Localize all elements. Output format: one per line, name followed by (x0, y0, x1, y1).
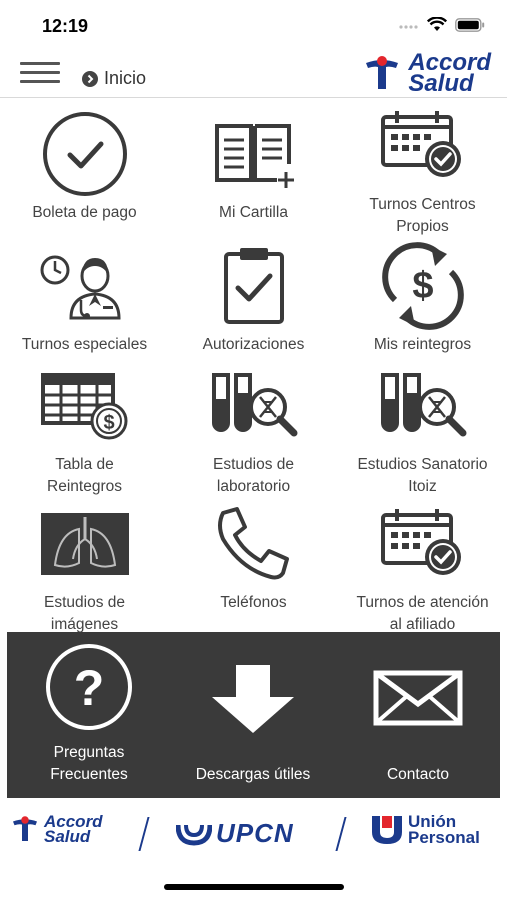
svg-text:$: $ (412, 265, 433, 307)
breadcrumb[interactable]: Inicio (82, 68, 146, 89)
brand-logo: Accord Salud (362, 51, 491, 97)
upcn-emblem-icon (176, 824, 212, 846)
accord-emblem-icon (366, 56, 399, 89)
tile-mi-cartilla[interactable]: Mi Cartilla (169, 106, 338, 224)
tile-label: Turnos de atención al afiliado (356, 594, 489, 633)
check-circle-icon (42, 112, 127, 196)
tile-estudios-sanatorio-itoiz[interactable]: Estudios Sanatorio Itoiz (338, 358, 507, 498)
tile-descargas-utiles[interactable]: Descargas útiles (171, 632, 335, 798)
footer-logo-union-personal: Unión Personal (370, 813, 480, 847)
tile-label: Turnos especiales (21, 336, 148, 353)
footer-logo-upcn: UPCN (176, 818, 294, 849)
test-tubes-dna-icon (380, 373, 466, 437)
svg-text:?: ? (74, 660, 105, 716)
tile-label: Contacto (386, 766, 450, 783)
tile-turnos-centros-propios[interactable]: Turnos Centros Propios (338, 98, 507, 238)
tile-estudios-de-imagenes[interactable]: Estudios de imágenes (0, 496, 169, 636)
tile-mis-reintegros[interactable]: $ Mis reintegros (338, 238, 507, 356)
tile-tabla-de-reintegros[interactable]: $ Tabla de Reintegros (0, 358, 169, 498)
tile-label: Estudios de laboratorio (213, 456, 294, 495)
calendar-check-icon (380, 509, 461, 575)
footer-logo-accord-salud: Accord Salud (10, 813, 103, 846)
union-personal-emblem-icon (372, 816, 402, 844)
accord-emblem-icon (13, 816, 37, 841)
calendar-check-icon (380, 111, 461, 177)
footer-accord-line2: Salud (44, 827, 91, 846)
tile-turnos-especiales[interactable]: Turnos especiales (0, 238, 169, 356)
tile-autorizaciones[interactable]: Autorizaciones (169, 238, 338, 356)
tile-label: Boleta de pago (32, 204, 137, 221)
status-bar: 12:19 (0, 0, 507, 48)
open-book-icon (214, 124, 294, 188)
chevron-circle-icon (82, 70, 98, 87)
tile-label: Descargas útiles (195, 766, 311, 783)
tile-telefonos[interactable]: Teléfonos (169, 496, 338, 614)
footer-logos: Accord Salud UPCN Unión Personal (0, 806, 507, 862)
tile-contacto[interactable]: Contacto (336, 632, 500, 798)
hamburger-menu-icon[interactable] (20, 62, 60, 86)
tile-label: Preguntas Frecuentes (50, 744, 128, 783)
doctor-clock-icon (40, 255, 121, 320)
table-dollar-icon: $ (40, 373, 127, 440)
home-indicator[interactable] (164, 884, 344, 890)
tile-label: Estudios de imágenes (44, 594, 125, 633)
wifi-icon (427, 17, 447, 31)
footer-union-line2: Personal (408, 828, 480, 847)
tile-preguntas-frecuentes[interactable]: ? Preguntas Frecuentes (7, 632, 171, 798)
tile-label: Autorizaciones (202, 336, 305, 353)
brand-name-line2: Salud (408, 70, 474, 97)
envelope-icon (373, 670, 463, 726)
footer-divider (335, 817, 347, 851)
tile-boleta-de-pago[interactable]: Boleta de pago (0, 106, 169, 224)
bottom-panel: ? Preguntas Frecuentes Descargas útiles … (7, 632, 500, 798)
footer-divider (138, 817, 150, 851)
download-arrow-icon (212, 665, 294, 733)
test-tubes-dna-icon (211, 373, 297, 437)
tile-label: Mis reintegros (373, 336, 472, 353)
tile-estudios-de-laboratorio[interactable]: Estudios de laboratorio (169, 358, 338, 498)
tile-label: Tabla de Reintegros (47, 456, 122, 495)
status-time: 12:19 (42, 16, 89, 36)
battery-icon (455, 17, 485, 32)
breadcrumb-label: Inicio (104, 68, 147, 88)
tile-label: Teléfonos (220, 594, 287, 611)
clipboard-check-icon (223, 248, 284, 324)
status-icons (399, 17, 485, 32)
xray-lungs-icon (40, 513, 129, 575)
tile-label: Mi Cartilla (219, 204, 288, 221)
phone-icon (217, 507, 289, 580)
top-navbar: Inicio Accord Salud (0, 48, 507, 98)
tile-turnos-atencion-afiliado[interactable]: Turnos de atención al afiliado (338, 496, 507, 636)
dollar-cycle-icon: $ (381, 242, 464, 330)
footer-upcn-text: UPCN (216, 818, 294, 848)
svg-text:$: $ (103, 412, 114, 434)
tile-label: Estudios Sanatorio Itoiz (357, 456, 488, 495)
signal-icon (399, 24, 418, 29)
tile-label: Turnos Centros Propios (369, 196, 476, 235)
question-circle-icon: ? (46, 644, 132, 730)
